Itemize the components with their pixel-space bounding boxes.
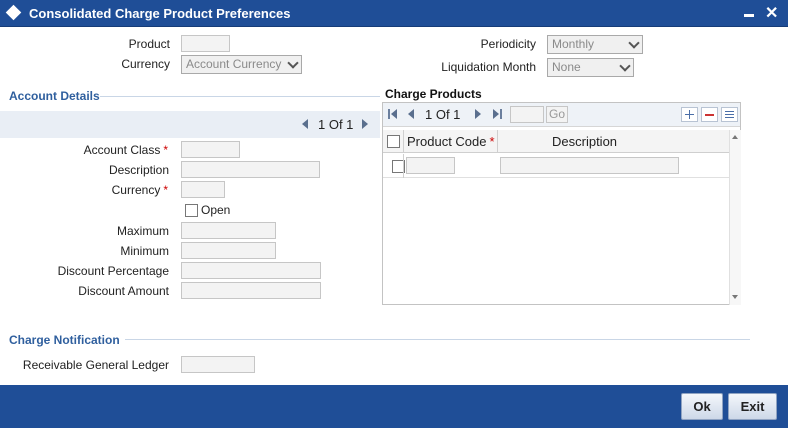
chevron-down-icon (628, 37, 640, 49)
close-icon[interactable]: ✕ (765, 3, 778, 23)
chevron-down-icon (619, 60, 631, 72)
discount-amount-label: Discount Amount (78, 284, 169, 298)
footer-bar (0, 385, 788, 428)
page-number-input[interactable] (510, 106, 544, 123)
description-cell-input[interactable] (500, 157, 679, 174)
add-row-icon[interactable] (681, 107, 698, 122)
ok-button[interactable]: Ok (681, 393, 723, 420)
minimize-icon[interactable] (744, 14, 754, 17)
prev-record-icon[interactable] (302, 119, 308, 129)
description-label: Description (108, 163, 169, 177)
grid-toolbar: 1 Of 1 Go (383, 103, 740, 127)
prev-page-icon[interactable] (408, 109, 414, 119)
last-page-arrow-icon[interactable] (493, 109, 499, 119)
periodicity-label: Periodicity (480, 37, 536, 51)
open-checkbox[interactable] (185, 204, 198, 217)
account-pager-text: 1 Of 1 (318, 117, 354, 132)
window-icon (5, 4, 22, 21)
next-page-icon[interactable] (475, 109, 481, 119)
minimum-label: Minimum (120, 244, 169, 258)
charge-products-title: Charge Products (385, 87, 482, 101)
title-bar: Consolidated Charge Product Preferences … (0, 0, 788, 27)
column-header-product-code[interactable]: Product Code * (407, 134, 495, 149)
first-page-arrow-icon[interactable] (391, 109, 397, 119)
maximum-input[interactable] (181, 222, 276, 239)
liquidation-month-label: Liquidation Month (441, 60, 536, 74)
grid-header: Product Code * Description (383, 130, 729, 153)
liquidation-month-select-value: None (552, 60, 581, 74)
next-record-icon[interactable] (362, 119, 368, 129)
liquidation-month-select[interactable]: None (547, 58, 634, 77)
currency-select-value: Account Currency (186, 57, 282, 71)
receivable-gl-label: Receivable General Ledger (22, 358, 169, 372)
minimum-input[interactable] (181, 242, 276, 259)
product-input[interactable] (181, 35, 230, 52)
account-currency-label: Currency * (111, 183, 168, 197)
currency-label: Currency (121, 57, 170, 71)
go-button[interactable]: Go (546, 106, 568, 123)
open-label: Open (201, 203, 231, 217)
first-page-icon[interactable] (388, 109, 390, 119)
account-class-label: Account Class * (83, 143, 168, 157)
discount-amount-input[interactable] (181, 282, 321, 299)
grid-scrollbar[interactable] (729, 130, 741, 305)
table-row (383, 154, 729, 178)
account-class-input[interactable] (181, 141, 240, 158)
description-input[interactable] (181, 161, 320, 178)
window-title: Consolidated Charge Product Preferences (29, 6, 291, 21)
exit-button[interactable]: Exit (728, 393, 777, 420)
delete-row-icon[interactable] (701, 107, 718, 122)
account-pager-bar: 1 Of 1 (0, 111, 380, 138)
chevron-down-icon (287, 57, 299, 69)
periodicity-select-value: Monthly (552, 37, 595, 51)
account-currency-input[interactable] (181, 181, 225, 198)
select-all-checkbox[interactable] (387, 135, 400, 148)
charge-notification-title: Charge Notification (9, 333, 120, 347)
periodicity-select[interactable]: Monthly (547, 35, 643, 54)
section-divider (125, 339, 750, 340)
scroll-up-icon[interactable] (732, 135, 738, 139)
charge-products-grid: 1 Of 1 Go Product Code * Description (382, 102, 741, 305)
account-details-title: Account Details (9, 89, 100, 103)
grid-pager-text: 1 Of 1 (425, 107, 461, 122)
discount-percentage-label: Discount Percentage (57, 264, 169, 278)
row-details-icon[interactable] (721, 107, 738, 122)
receivable-gl-input[interactable] (181, 356, 255, 373)
currency-select[interactable]: Account Currency (181, 55, 302, 74)
column-header-description[interactable]: Description (552, 134, 617, 149)
maximum-label: Maximum (116, 224, 169, 238)
last-page-icon[interactable] (500, 109, 502, 119)
scroll-down-icon[interactable] (732, 295, 738, 299)
product-code-cell-input[interactable] (406, 157, 455, 174)
discount-percentage-input[interactable] (181, 262, 321, 279)
product-label: Product (128, 37, 170, 51)
section-divider (100, 96, 380, 97)
